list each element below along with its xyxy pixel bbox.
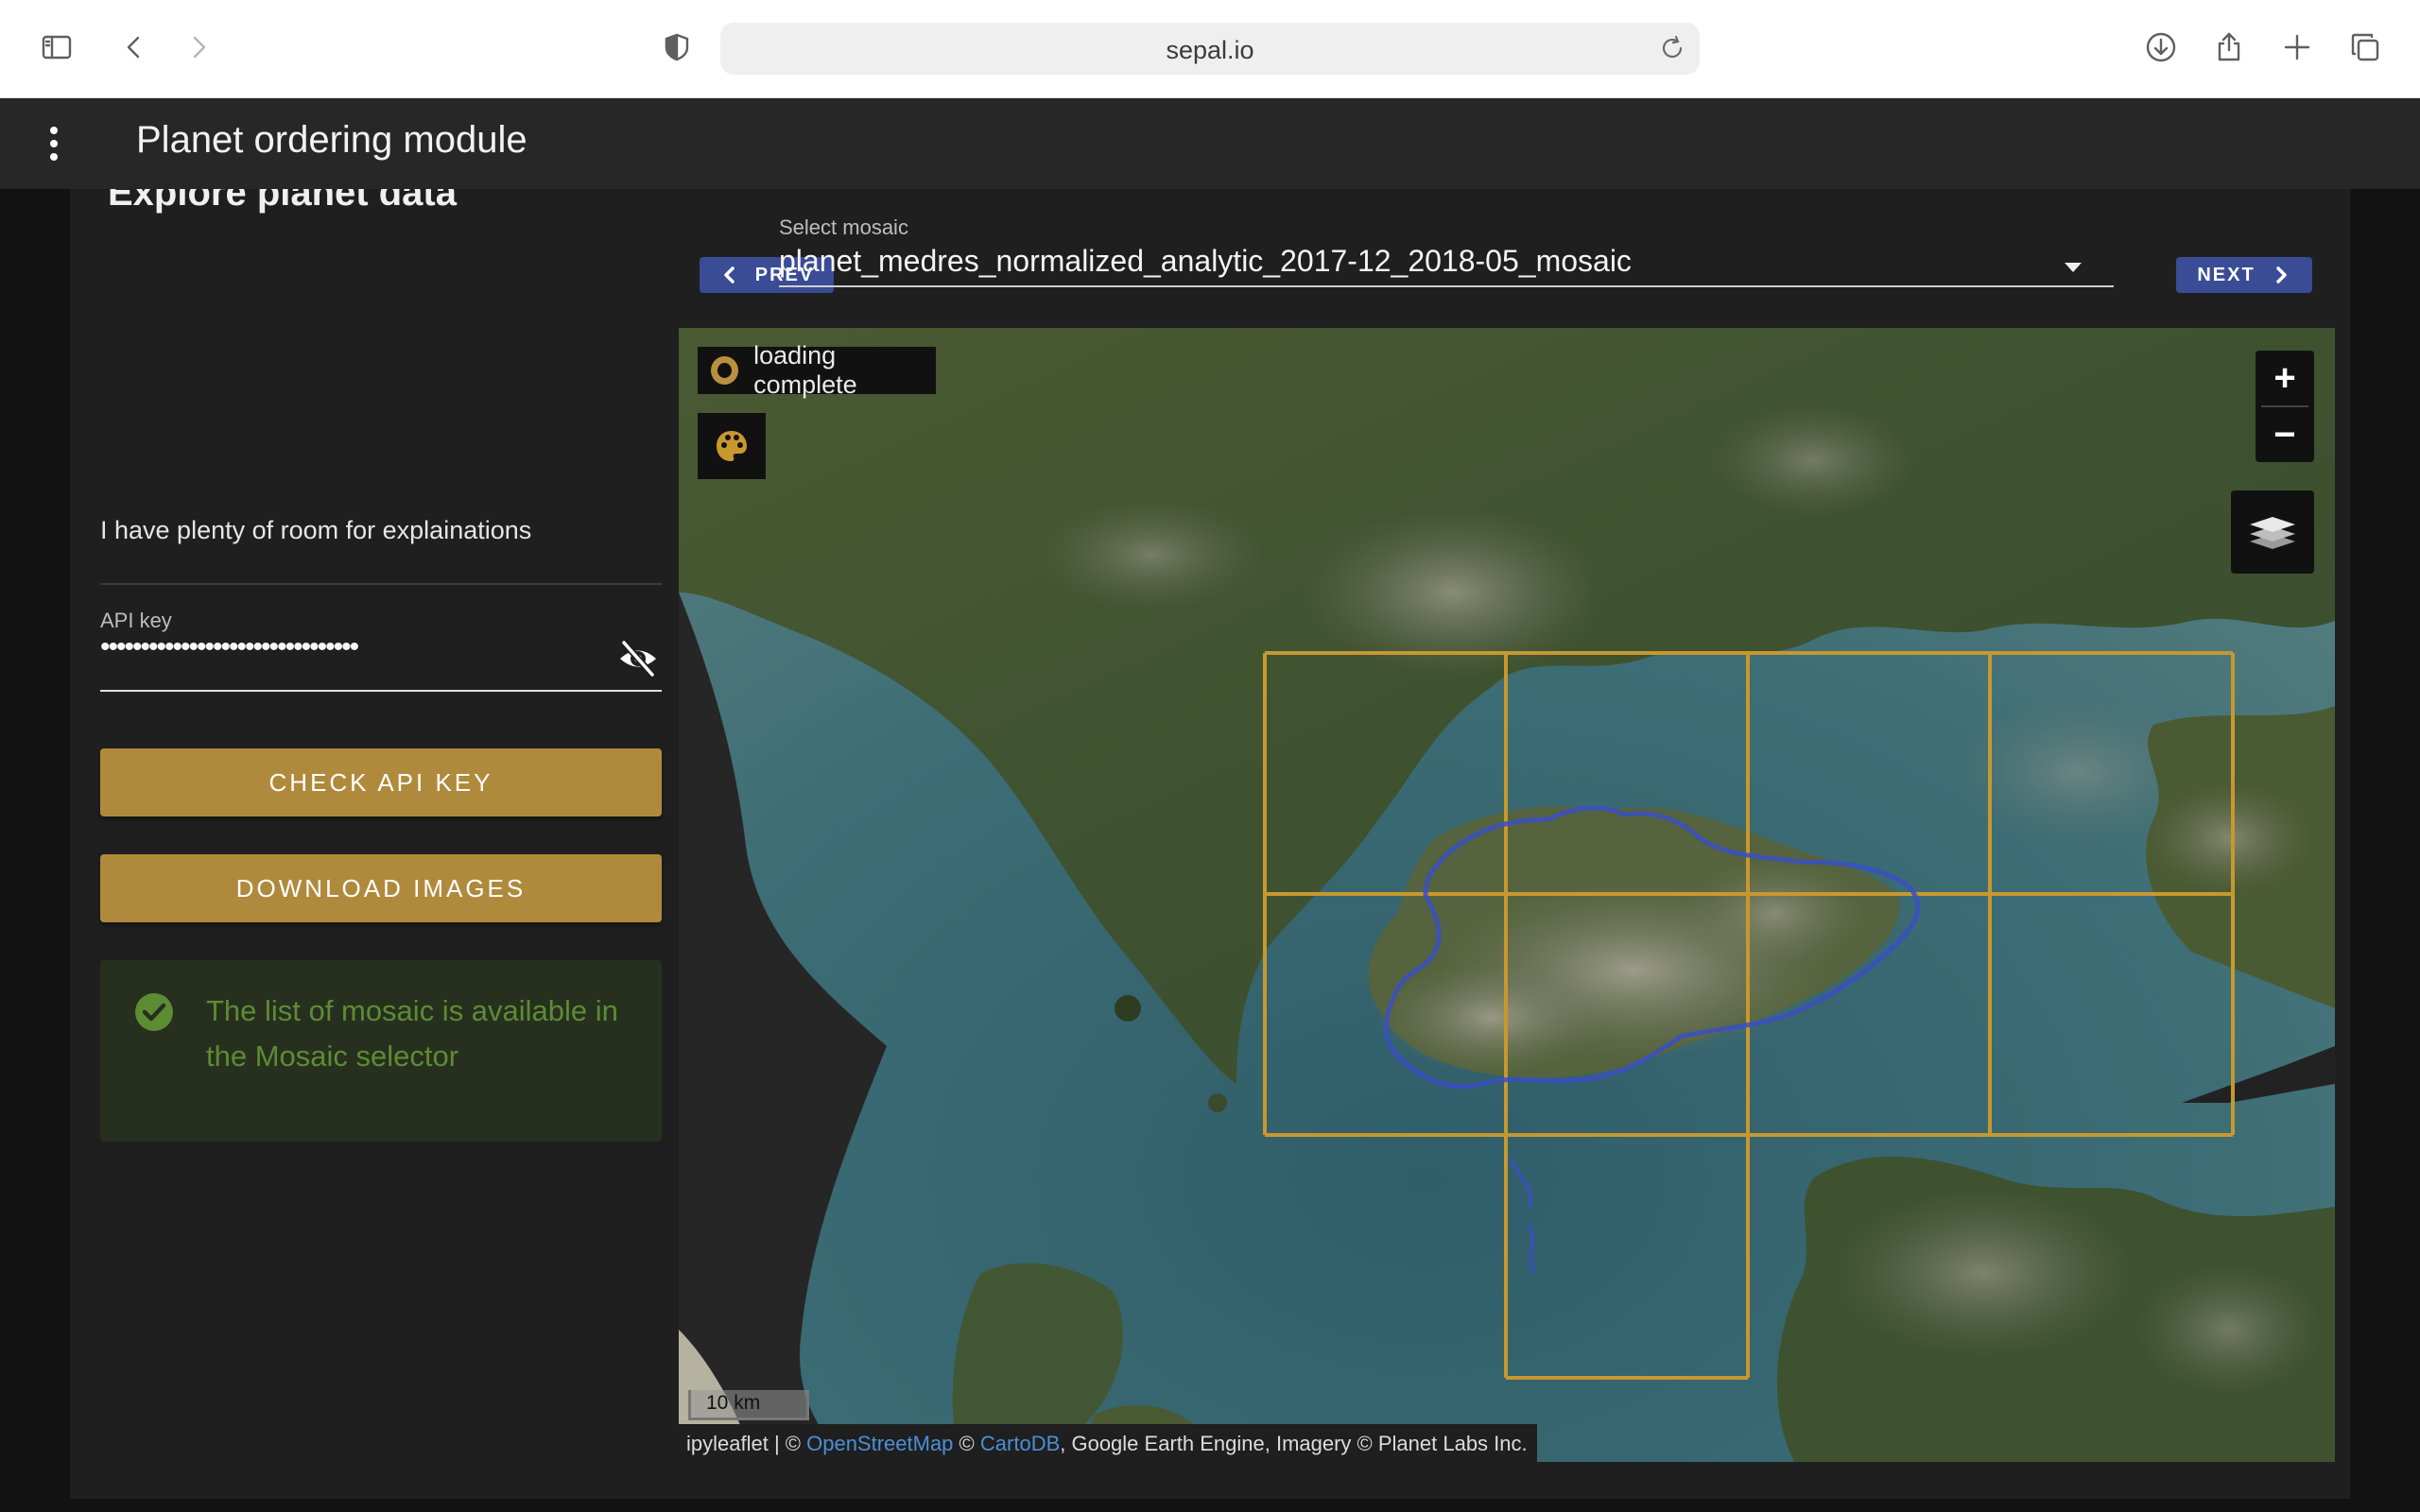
description-text: I have plenty of room for explainations — [100, 516, 532, 544]
reload-icon[interactable] — [1656, 32, 1688, 64]
attribution-prefix: ipyleaflet | © — [686, 1432, 801, 1455]
share-icon[interactable] — [2206, 25, 2252, 70]
mosaic-select[interactable]: planet_medres_normalized_analytic_2017-1… — [779, 244, 1632, 279]
attribution-suffix: , Google Earth Engine, Imagery © Planet … — [1060, 1432, 1528, 1455]
app-bar: Planet ordering module — [0, 98, 2420, 189]
check-circle-icon — [134, 992, 174, 1032]
sidebar-icon[interactable] — [34, 25, 79, 70]
address-bar[interactable]: sepal.io — [720, 23, 1700, 75]
zoom-in-button[interactable]: + — [2256, 351, 2314, 405]
api-key-label: API key — [100, 609, 172, 632]
mosaic-select-underline — [779, 285, 2114, 287]
satellite-imagery — [679, 328, 2335, 1462]
loading-ring-icon — [711, 356, 739, 385]
more-vert-icon[interactable] — [34, 121, 72, 166]
eye-off-icon[interactable] — [616, 637, 660, 680]
app-title: Planet ordering module — [136, 119, 527, 161]
next-label: NEXT — [2197, 264, 2256, 285]
dropdown-arrow-icon[interactable] — [2059, 257, 2087, 278]
download-images-button[interactable]: DOWNLOAD IMAGES — [100, 854, 662, 922]
next-button[interactable]: NEXT — [2176, 257, 2312, 293]
success-alert: The list of mosaic is available in the M… — [100, 960, 662, 1142]
cartodb-link[interactable]: CartoDB — [980, 1432, 1060, 1455]
zoom-control: + − — [2256, 351, 2314, 462]
loading-text: loading complete — [753, 341, 857, 399]
left-panel: I have plenty of room for explainations … — [70, 189, 732, 1499]
map-view[interactable]: loading complete + − 10 km ipyleaflet | … — [679, 328, 2335, 1462]
forward-icon[interactable] — [176, 25, 221, 70]
api-key-underline — [100, 690, 662, 692]
api-key-field[interactable]: •••••••••••••••••••••••••••••••• — [100, 631, 592, 663]
divider — [100, 583, 662, 585]
url-text: sepal.io — [1166, 36, 1254, 64]
alert-text: The list of mosaic is available in the M… — [206, 994, 618, 1073]
palette-icon[interactable] — [698, 413, 766, 479]
zoom-out-button[interactable]: − — [2256, 407, 2314, 462]
download-icon[interactable] — [2138, 25, 2184, 70]
attribution-sep: © — [959, 1432, 975, 1455]
check-api-key-button[interactable]: CHECK API KEY — [100, 748, 662, 816]
chevron-right-icon — [2275, 266, 2287, 284]
tabs-overview-icon[interactable] — [2342, 25, 2388, 70]
new-tab-icon[interactable] — [2274, 25, 2320, 70]
loading-indicator: loading complete — [698, 341, 936, 399]
back-icon[interactable] — [112, 25, 157, 70]
privacy-shield-icon[interactable] — [654, 25, 700, 70]
layers-icon[interactable] — [2231, 490, 2314, 574]
map-attribution: ipyleaflet | © OpenStreetMap © CartoDB, … — [679, 1424, 1537, 1462]
mosaic-select-label: Select mosaic — [779, 215, 908, 239]
browser-toolbar: sepal.io — [0, 0, 2420, 98]
openstreetmap-link[interactable]: OpenStreetMap — [806, 1432, 953, 1455]
chevron-left-icon — [724, 266, 735, 284]
map-scale: 10 km — [688, 1390, 809, 1420]
